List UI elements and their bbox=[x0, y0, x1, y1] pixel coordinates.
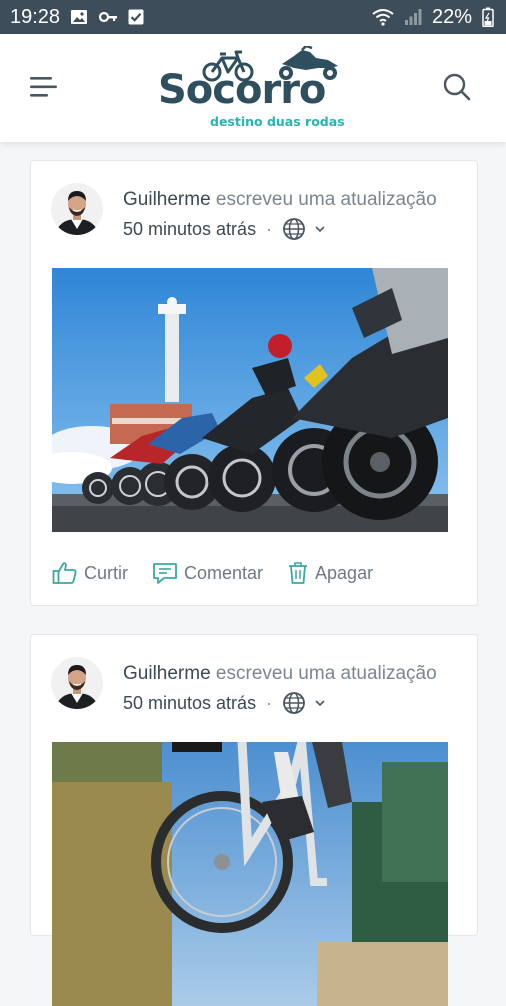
wifi-icon bbox=[372, 8, 394, 26]
post-image-motorcycles[interactable] bbox=[52, 268, 448, 532]
comment-label: Comentar bbox=[184, 562, 264, 583]
signal-icon bbox=[404, 8, 422, 26]
trash-icon bbox=[287, 561, 309, 585]
globe-icon[interactable] bbox=[282, 217, 306, 241]
author-name[interactable]: Guilherme bbox=[123, 189, 211, 210]
battery-icon bbox=[482, 7, 494, 27]
post-card: Guilherme escreveu uma atualização 50 mi… bbox=[30, 634, 478, 1006]
post-card: Guilherme escreveu uma atualização 50 mi… bbox=[30, 160, 478, 606]
post-image-bicycle[interactable] bbox=[52, 742, 448, 1006]
logo-subtitle: destino duas rodas bbox=[210, 114, 345, 129]
post-actions: Curtir Comentar Apagar bbox=[52, 561, 397, 585]
meta-separator: · bbox=[266, 692, 273, 713]
like-label: Curtir bbox=[84, 562, 128, 583]
search-icon[interactable] bbox=[442, 72, 472, 102]
meta-separator: · bbox=[266, 218, 273, 239]
brand-logo[interactable]: Socorro destino duas rodas bbox=[158, 46, 348, 132]
chevron-down-icon[interactable] bbox=[314, 225, 326, 233]
post-action-text: escreveu uma atualização bbox=[210, 189, 437, 210]
avatar[interactable] bbox=[51, 183, 103, 235]
key-icon bbox=[98, 9, 118, 25]
comment-button[interactable]: Comentar bbox=[152, 561, 263, 585]
app-header: Socorro destino duas rodas bbox=[0, 34, 506, 142]
check-icon bbox=[128, 9, 144, 25]
comment-icon bbox=[152, 561, 178, 585]
status-bar: 19:28 22% bbox=[0, 0, 506, 34]
delete-button[interactable]: Apagar bbox=[287, 561, 373, 585]
post-time: 50 minutos atrás bbox=[123, 692, 257, 713]
thumbs-up-icon bbox=[52, 561, 78, 585]
post-action-text: escreveu uma atualização bbox=[210, 663, 437, 684]
status-time: 19:28 bbox=[10, 5, 61, 28]
post-meta: 50 minutos atrás · bbox=[123, 691, 326, 715]
author-name[interactable]: Guilherme bbox=[123, 663, 211, 684]
delete-label: Apagar bbox=[315, 562, 374, 583]
globe-icon[interactable] bbox=[282, 691, 306, 715]
image-icon bbox=[70, 8, 88, 26]
post-meta: 50 minutos atrás · bbox=[123, 217, 326, 241]
post-author-line: Guilherme escreveu uma atualização bbox=[123, 663, 437, 685]
menu-icon[interactable] bbox=[30, 74, 60, 100]
chevron-down-icon[interactable] bbox=[314, 699, 326, 707]
status-bar-right: 22% bbox=[372, 6, 494, 29]
post-time: 50 minutos atrás bbox=[123, 218, 257, 239]
avatar[interactable] bbox=[51, 657, 103, 709]
post-author-line: Guilherme escreveu uma atualização bbox=[123, 189, 437, 211]
like-button[interactable]: Curtir bbox=[52, 561, 128, 585]
battery-percent: 22% bbox=[431, 5, 472, 28]
logo-title: Socorro bbox=[158, 67, 326, 113]
status-bar-left: 19:28 bbox=[10, 6, 144, 29]
